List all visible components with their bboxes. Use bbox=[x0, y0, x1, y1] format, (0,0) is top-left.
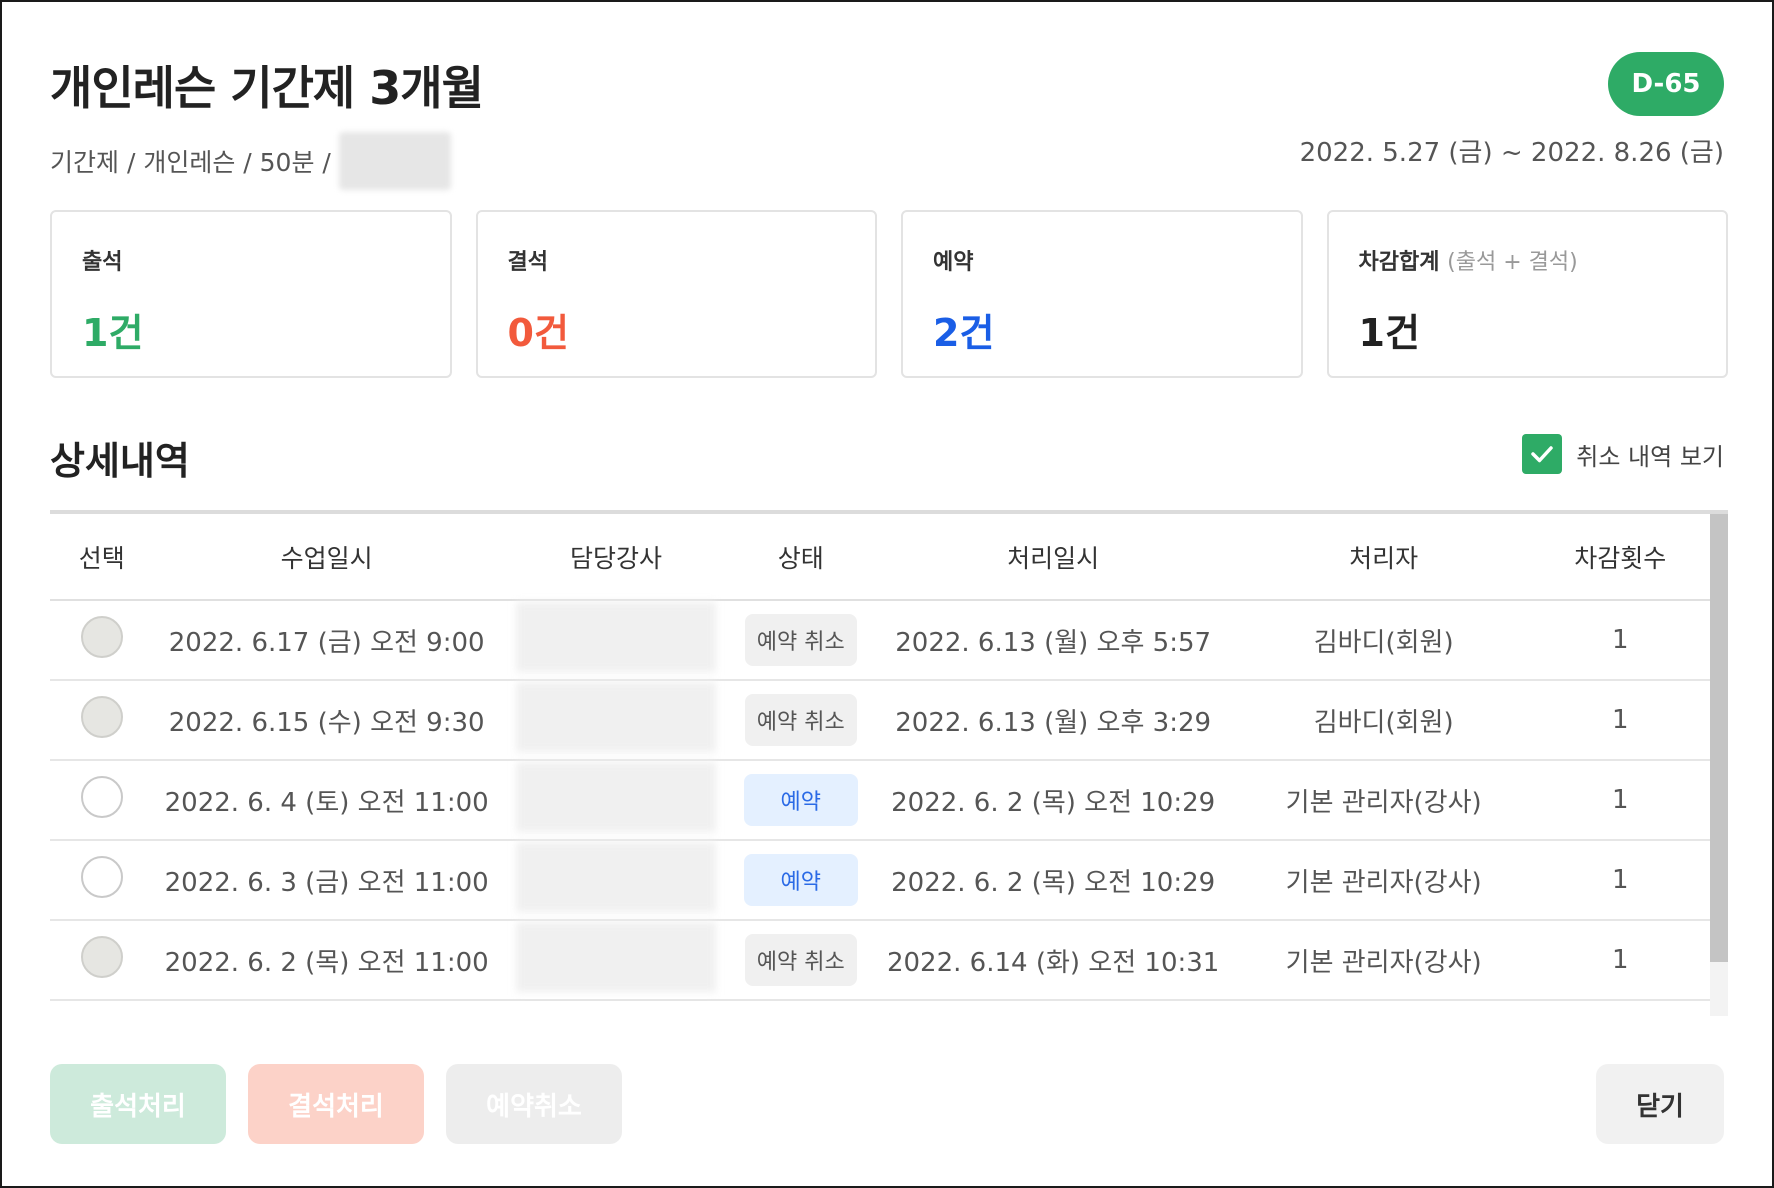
deduct-cell: 1 bbox=[1530, 760, 1710, 841]
summary-cards: 출석 1건 결석 0건 예약 2건 차감합계 (출석 + 결석) 1건 bbox=[50, 210, 1728, 378]
show-cancel-toggle[interactable]: 취소 내역 보기 bbox=[1522, 434, 1724, 474]
card-sublabel: (출석 + 결석) bbox=[1447, 250, 1578, 275]
card-label: 출석 bbox=[82, 250, 123, 275]
processor-cell: 김바디(회원) bbox=[1236, 600, 1531, 681]
table-header-row: 선택 수업일시 담당강사 상태 처리일시 처리자 차감횟수 bbox=[50, 514, 1710, 601]
col-class-time: 수업일시 bbox=[153, 514, 500, 601]
table-row[interactable]: 2022. 6.15 (수) 오전 9:30 예약 취소 2022. 6.13 … bbox=[50, 680, 1710, 761]
redacted-text bbox=[338, 132, 451, 190]
close-button[interactable]: 닫기 bbox=[1596, 1064, 1724, 1144]
scrollbar-thumb[interactable] bbox=[1710, 514, 1728, 962]
teacher-redacted bbox=[516, 761, 716, 832]
class-time-cell: 2022. 6. 2 (목) 오전 11:00 bbox=[153, 920, 500, 1001]
deduct-cell: 1 bbox=[1530, 920, 1710, 1001]
deduct-cell: 1 bbox=[1530, 680, 1710, 761]
class-time-cell: 2022. 6.17 (금) 오전 9:00 bbox=[153, 600, 500, 681]
class-time-cell: 2022. 6. 3 (금) 오전 11:00 bbox=[153, 840, 500, 921]
select-radio[interactable] bbox=[80, 775, 123, 818]
teacher-redacted bbox=[516, 601, 716, 672]
d-day-badge: D-65 bbox=[1608, 52, 1724, 116]
select-radio bbox=[80, 615, 123, 658]
details-title: 상세내역 bbox=[50, 439, 190, 483]
ticket-subtitle: 기간제 / 개인레슨 / 50분 / bbox=[50, 132, 451, 190]
dialog: 개인레슨 기간제 3개월 D-65 기간제 / 개인레슨 / 50분 / 202… bbox=[0, 0, 1774, 1188]
cancel-reservation-button[interactable]: 예약취소 bbox=[446, 1064, 622, 1144]
processor-cell: 김바디(회원) bbox=[1236, 680, 1531, 761]
details-table: 선택 수업일시 담당강사 상태 처리일시 처리자 차감횟수 2022. 6.17… bbox=[50, 510, 1728, 1016]
ticket-period: 2022. 5.27 (금) ~ 2022. 8.26 (금) bbox=[1299, 138, 1724, 168]
col-processed-at: 처리일시 bbox=[869, 514, 1237, 601]
card-deduction-total: 차감합계 (출석 + 결석) 1건 bbox=[1326, 210, 1728, 378]
attend-button[interactable]: 출석처리 bbox=[50, 1064, 226, 1144]
col-status: 상태 bbox=[732, 514, 870, 601]
card-value: 2건 bbox=[933, 311, 995, 355]
status-badge: 예약 bbox=[743, 854, 858, 906]
processor-cell: 기본 관리자(강사) bbox=[1236, 840, 1531, 921]
deduct-cell: 1 bbox=[1530, 600, 1710, 681]
table-row[interactable]: 2022. 6. 3 (금) 오전 11:00 예약 2022. 6. 2 (목… bbox=[50, 840, 1710, 921]
deduct-cell: 1 bbox=[1530, 840, 1710, 921]
class-time-cell: 2022. 6.15 (수) 오전 9:30 bbox=[153, 680, 500, 761]
processor-cell: 기본 관리자(강사) bbox=[1236, 760, 1531, 841]
absent-button[interactable]: 결석처리 bbox=[248, 1064, 424, 1144]
show-cancel-checkbox[interactable] bbox=[1522, 434, 1563, 474]
teacher-redacted bbox=[516, 841, 716, 912]
col-processor: 처리자 bbox=[1236, 514, 1531, 601]
card-label: 결석 bbox=[507, 250, 548, 275]
card-value: 0건 bbox=[507, 311, 569, 355]
teacher-redacted bbox=[516, 921, 716, 992]
card-label: 예약 bbox=[933, 250, 974, 275]
status-badge: 예약 bbox=[743, 774, 858, 826]
table-row[interactable]: 2022. 6.17 (금) 오전 9:00 예약 취소 2022. 6.13 … bbox=[50, 600, 1710, 681]
card-value: 1건 bbox=[82, 311, 144, 355]
show-cancel-label: 취소 내역 보기 bbox=[1576, 442, 1724, 471]
card-reservation: 예약 2건 bbox=[901, 210, 1303, 378]
card-value: 1건 bbox=[1358, 311, 1420, 355]
processor-cell: 기본 관리자(강사) bbox=[1236, 920, 1531, 1001]
processed-at-cell: 2022. 6.13 (월) 오후 5:57 bbox=[869, 600, 1237, 681]
check-icon bbox=[1531, 446, 1553, 463]
table-scrollbar[interactable] bbox=[1710, 514, 1728, 1016]
card-absence: 결석 0건 bbox=[475, 210, 877, 378]
processed-at-cell: 2022. 6. 2 (목) 오전 10:29 bbox=[869, 840, 1237, 921]
dialog-header: 개인레슨 기간제 3개월 D-65 기간제 / 개인레슨 / 50분 / 202… bbox=[50, 52, 1724, 190]
ticket-info-text: 기간제 / 개인레슨 / 50분 / bbox=[50, 148, 331, 177]
status-badge: 예약 취소 bbox=[744, 614, 857, 666]
class-time-cell: 2022. 6. 4 (토) 오전 11:00 bbox=[153, 760, 500, 841]
col-deduct-count: 차감횟수 bbox=[1530, 514, 1710, 601]
processed-at-cell: 2022. 6. 2 (목) 오전 10:29 bbox=[869, 760, 1237, 841]
status-badge: 예약 취소 bbox=[744, 934, 857, 986]
col-select: 선택 bbox=[50, 514, 154, 601]
card-label: 차감합계 (출석 + 결석) bbox=[1358, 250, 1578, 275]
page-title: 개인레슨 기간제 3개월 bbox=[50, 61, 484, 115]
select-radio bbox=[80, 935, 123, 978]
card-attendance: 출석 1건 bbox=[50, 210, 452, 378]
table-row[interactable]: 2022. 6. 4 (토) 오전 11:00 예약 2022. 6. 2 (목… bbox=[50, 760, 1710, 841]
teacher-redacted bbox=[516, 681, 716, 752]
select-radio bbox=[80, 695, 123, 738]
status-badge: 예약 취소 bbox=[744, 694, 857, 746]
table-row[interactable]: 2022. 6. 2 (목) 오전 11:00 예약 취소 2022. 6.14… bbox=[50, 920, 1710, 1001]
select-radio[interactable] bbox=[80, 855, 123, 898]
col-teacher: 담당강사 bbox=[499, 514, 733, 601]
processed-at-cell: 2022. 6.14 (화) 오전 10:31 bbox=[869, 920, 1237, 1001]
processed-at-cell: 2022. 6.13 (월) 오후 3:29 bbox=[869, 680, 1237, 761]
